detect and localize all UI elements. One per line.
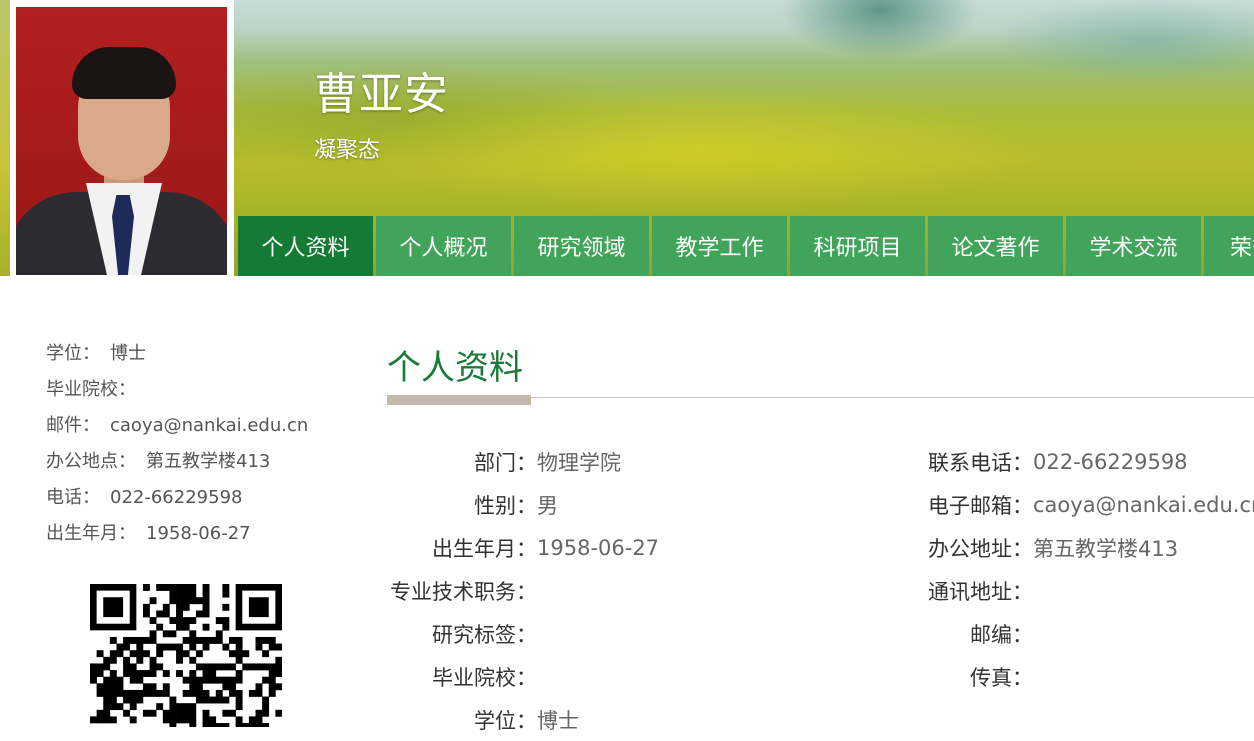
tab-research-areas[interactable]: 研究领域 [514,216,649,276]
detail-row-degree: 学位： 博士 [474,708,579,733]
detail-row-office: 办公地址： 第五教学楼413 [928,536,1179,561]
sidebar-row-birthdate: 出生年月： 1958-06-27 [46,523,251,544]
detail-right-column: 联系电话： 022-66229598 电子邮箱： caoya@nankai.edu.… [900,440,1254,698]
detail-row-research-tags: 研究标签： [432,622,537,647]
banner-left-strip [0,0,10,276]
sidebar-row-school: 毕业院校： [46,379,136,400]
detail-row-title: 专业技术职务： [390,579,537,604]
profile-photo [16,7,227,275]
detail-left-column: 部门： 物理学院 性别：男 出生年月： 1958-06-27 专业技术职务： 研究标… [387,440,659,741]
tab-profile[interactable]: 个人资料 [238,216,373,276]
detail-row-school: 毕业院校： [432,665,537,690]
person-name: 曹亚安 [314,69,449,120]
detail-row-postcode: 邮编： [970,622,1033,647]
qr-code-icon [90,584,282,727]
sidebar-row-degree: 学位： 博士 [46,343,146,364]
section-title: 个人资料 [387,348,523,388]
tab-research-projects[interactable]: 科研项目 [790,216,925,276]
detail-row-birthdate: 出生年月： 1958-06-27 [432,535,660,561]
tab-honors[interactable]: 荣誉 [1204,216,1254,276]
tab-overview[interactable]: 个人概况 [376,216,511,276]
section-title-underline [387,395,531,405]
tab-academic-exchange[interactable]: 学术交流 [1066,216,1201,276]
sidebar-row-email: 邮件： caoya@nankai.edu.cn [46,415,309,436]
detail-row-phone: 联系电话： 022-66229598 [928,449,1188,475]
detail-row-department: 部门： 物理学院 [474,450,621,475]
detail-row-gender: 性别：男 [474,493,558,518]
detail-row-address: 通讯地址： [928,579,1033,604]
person-field: 凝聚态 [314,138,381,163]
detail-row-fax: 传真： [970,665,1033,690]
sidebar-row-phone: 电话： 022-66229598 [46,487,243,508]
detail-row-email: 电子邮箱： caoya@nankai.edu.cn [928,492,1254,518]
tab-teaching[interactable]: 教学工作 [652,216,787,276]
tab-publications[interactable]: 论文著作 [928,216,1063,276]
sidebar-row-office: 办公地点： 第五教学楼413 [46,451,271,472]
sidebar-info: 学位： 博士 毕业院校： 邮件： caoya@nankai.edu.cn 办公地点：… [46,340,308,556]
main-nav: 个人资料 个人概况 研究领域 教学工作 科研项目 论文著作 学术交流 荣誉 [238,216,1254,276]
